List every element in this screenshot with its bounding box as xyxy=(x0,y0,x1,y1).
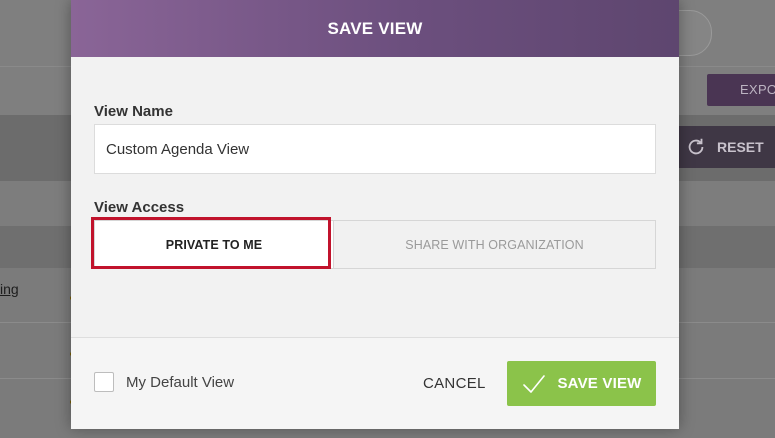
checkmark-icon xyxy=(523,374,546,393)
view-name-input[interactable] xyxy=(94,124,656,174)
reset-label: RESET xyxy=(717,139,764,155)
refresh-icon xyxy=(688,138,704,155)
default-view-label: My Default View xyxy=(126,373,235,391)
export-button: EXPO xyxy=(707,74,775,106)
save-view-label: SAVE VIEW xyxy=(557,375,642,392)
save-view-dialog: SAVE VIEW View Name View Access PRIVATE … xyxy=(71,0,679,429)
reset-button: RESET xyxy=(675,126,775,168)
cancel-button[interactable]: CANCEL xyxy=(423,375,486,392)
dialog-title: SAVE VIEW xyxy=(71,0,679,57)
view-access-selector: PRIVATE TO ME SHARE WITH ORGANIZATION xyxy=(94,220,656,269)
dialog-footer: My Default View CANCEL SAVE VIEW xyxy=(71,337,679,429)
private-to-me-option[interactable]: PRIVATE TO ME xyxy=(95,221,333,268)
background-link: ing xyxy=(0,281,19,297)
view-access-label: View Access xyxy=(94,199,185,216)
default-view-checkbox[interactable] xyxy=(94,372,114,392)
share-with-organization-option[interactable]: SHARE WITH ORGANIZATION xyxy=(333,221,655,268)
dialog-body: View Name View Access PRIVATE TO ME SHAR… xyxy=(71,57,679,337)
default-view-toggle: My Default View xyxy=(94,372,234,392)
save-view-button[interactable]: SAVE VIEW xyxy=(507,361,656,406)
view-name-label: View Name xyxy=(94,103,173,120)
